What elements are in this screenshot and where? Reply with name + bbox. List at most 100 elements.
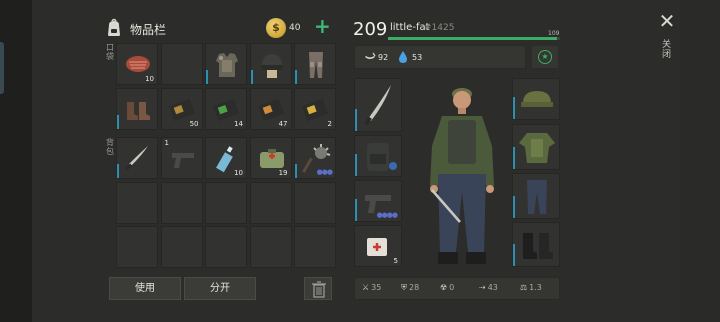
rarity-bar [250, 70, 253, 84]
rarity-bar [117, 164, 119, 178]
edge-notch [0, 42, 4, 94]
inventory-slot-body-armor[interactable] [205, 43, 247, 85]
status-star-icon[interactable]: ★ [538, 50, 552, 64]
inventory-slot-raw-meat[interactable]: 10 [116, 43, 158, 85]
tactical-backpack-icon [367, 143, 397, 171]
inventory-slot-blueprint-pack-green[interactable]: 14 [205, 87, 247, 130]
xp-bar [388, 37, 560, 40]
water-drop-icon [399, 51, 407, 63]
slot-qty: 10 [234, 169, 243, 177]
xp-bar-fill [388, 37, 557, 40]
slot-qty: 14 [234, 119, 243, 128]
pistol-icon [171, 153, 194, 168]
rarity-bar [513, 196, 515, 218]
rarity-bar [355, 154, 357, 176]
stat-speed-value: 43 [487, 283, 498, 292]
weight-icon: ⚖ [520, 283, 528, 292]
trash-button[interactable] [304, 277, 332, 300]
upgrade-dots: ●●●● [376, 211, 398, 219]
rarity-bar [206, 70, 208, 84]
inventory-slot-empty[interactable] [160, 43, 203, 85]
food-value: 92 [378, 53, 389, 62]
inventory-title: 物品栏 [130, 23, 167, 37]
rarity-bar [355, 109, 357, 131]
slot-qty: 10 [145, 75, 154, 83]
inventory-slot-empty[interactable] [249, 181, 292, 224]
stat-radiation: ☢ 0 [440, 283, 454, 292]
running-icon: ⇢ [479, 283, 486, 292]
inventory-slot-leather-boots[interactable] [116, 87, 158, 130]
equip-slot-backpack[interactable] [354, 135, 402, 177]
pocket-label: 口袋 [106, 43, 114, 61]
inventory-slot-empty[interactable] [116, 226, 158, 268]
slot-qty: 1 [164, 139, 169, 147]
inventory-slot-blueprint-pack[interactable]: 50 [160, 87, 203, 130]
combat-helmet-icon [261, 54, 282, 78]
rarity-bar [513, 244, 515, 266]
body-armor-icon [216, 53, 238, 77]
inventory-slot-machete[interactable] [116, 137, 158, 179]
sword-icon: ⚔ [362, 283, 370, 292]
rarity-bar [355, 199, 357, 221]
inventory-slot-spiked-mace[interactable]: ●●● [294, 137, 336, 179]
slot-qty: 2 [327, 119, 332, 128]
inventory-slot-empty[interactable] [249, 226, 292, 268]
stat-defense: ⛨ 28 [401, 283, 419, 293]
equip-slot-torso[interactable] [512, 124, 560, 170]
slot-qty: 19 [278, 169, 288, 177]
use-button[interactable]: 使用 [109, 277, 181, 300]
stat-attack-value: 35 [371, 283, 382, 292]
rarity-bar [513, 97, 515, 119]
upgrade-dots: ●●● [316, 168, 333, 176]
inventory-slot-empty[interactable] [294, 226, 336, 268]
left-edge [0, 0, 32, 322]
tactical-pants-icon [527, 180, 547, 214]
trash-icon [312, 281, 326, 298]
inventory-slot-blueprint-pack-blue[interactable]: 2 [294, 87, 336, 130]
inventory-slot-blueprint-pack-orange[interactable]: 47 [249, 87, 292, 130]
xp-max: 109 [548, 30, 560, 37]
pocket-grid: 10 50 14 47 2 [116, 43, 336, 130]
equip-slot-bandage[interactable]: 5 [354, 225, 402, 267]
inventory-slot-combat-helmet[interactable] [249, 43, 292, 85]
coin-count: 40 [289, 23, 301, 33]
inventory-slot-pistol[interactable]: 1 [160, 137, 203, 179]
equip-slot-feet[interactable] [512, 222, 560, 267]
equip-slot-sidearm[interactable]: ●●●● [354, 180, 402, 222]
machete-icon [364, 85, 391, 126]
machete-icon [125, 146, 148, 171]
food-icon [365, 52, 376, 59]
inventory-slot-empty[interactable] [160, 226, 203, 268]
player-id: #1425 [424, 23, 455, 33]
rarity-bar [295, 164, 297, 178]
radiation-icon: ☢ [440, 283, 448, 292]
stat-defense-value: 28 [409, 283, 420, 292]
slot-qty: 50 [189, 119, 199, 128]
leather-boots-icon [127, 101, 150, 120]
inventory-slot-empty[interactable] [294, 181, 336, 224]
backpack-label: 背包 [106, 138, 114, 156]
coin-icon: $ [266, 18, 286, 38]
player-level: 209 [353, 19, 388, 40]
add-coins-button[interactable]: + [314, 16, 331, 36]
stat-weight: ⚖ 1.3 [520, 283, 542, 292]
close-label[interactable]: 关闭 [662, 40, 672, 60]
equip-slot-legs[interactable] [512, 173, 560, 219]
inventory-slot-empty[interactable] [160, 181, 203, 224]
inventory-slot-empty[interactable] [205, 226, 247, 268]
close-button[interactable]: ✕ [658, 11, 676, 31]
water-value: 53 [412, 53, 423, 62]
slot-qty: 47 [278, 119, 288, 128]
equip-slot-weapon[interactable] [354, 78, 402, 132]
inventory-slot-empty[interactable] [116, 181, 158, 224]
rarity-bar [117, 114, 119, 129]
inventory-slot-empty[interactable] [205, 181, 247, 224]
inventory-slot-water-bottle[interactable]: 10 [205, 137, 247, 179]
equip-slot-head[interactable] [512, 78, 560, 120]
shield-icon: ⛨ [401, 283, 407, 292]
inventory-slot-armored-leggings[interactable] [294, 43, 336, 85]
military-cap-icon [521, 91, 553, 107]
split-button[interactable]: 分开 [184, 277, 256, 300]
inventory-slot-first-aid-kit[interactable]: 19 [249, 137, 292, 179]
combat-boots-icon [523, 233, 553, 259]
